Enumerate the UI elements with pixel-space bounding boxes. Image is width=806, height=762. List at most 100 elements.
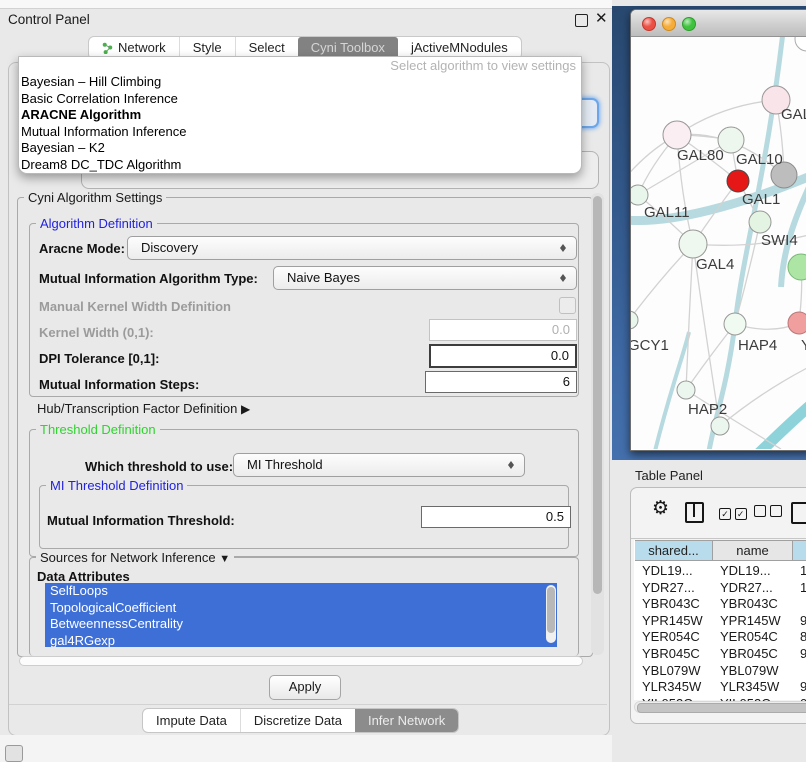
table-row[interactable]: YLR345WYLR345W9. xyxy=(634,679,806,696)
table-cell: YBL079W xyxy=(642,663,712,680)
node-GAL80[interactable] xyxy=(663,121,691,149)
node-red[interactable] xyxy=(727,170,749,192)
table-cell: 12 xyxy=(800,580,806,597)
node-green-right[interactable] xyxy=(788,254,806,280)
expand-right-icon: ▶ xyxy=(241,402,250,416)
algorithm-option-basic-correlation-inference[interactable]: Basic Correlation Inference xyxy=(19,91,581,108)
mi-type-value: Naive Bayes xyxy=(287,270,360,285)
settings-vertical-scrollbar[interactable] xyxy=(591,193,604,655)
aracne-mode-label: Aracne Mode: xyxy=(39,241,125,256)
algorithm-option-aracne-algorithm[interactable]: ARACNE Algorithm xyxy=(19,107,581,124)
table-row[interactable]: YPR145WYPR145W9. xyxy=(634,613,806,630)
network-tab-icon xyxy=(102,42,113,54)
minimize-traffic-light-icon[interactable] xyxy=(662,17,676,31)
node-SWI4[interactable] xyxy=(749,211,771,233)
node-GAL4[interactable] xyxy=(679,230,707,258)
deselect-all-icon[interactable] xyxy=(754,505,782,520)
mi-threshold-label: Mutual Information Threshold: xyxy=(47,513,235,528)
node-GAL11[interactable] xyxy=(631,185,648,205)
network-view-window[interactable]: GALGAL80GAL10GAL1GAL11SWI4GAL4GCY1HAP4YH… xyxy=(630,9,806,451)
divider xyxy=(9,704,607,705)
table-row[interactable]: YBR043CYBR043C xyxy=(634,596,806,613)
data-attributes-list[interactable]: SelfLoopsTopologicalCoefficientBetweenne… xyxy=(45,583,557,647)
document-icon[interactable] xyxy=(791,502,806,524)
column-header-shared[interactable]: shared... xyxy=(635,540,713,561)
network-edge[interactable] xyxy=(759,403,806,449)
table-cell: YBR045C xyxy=(720,646,792,663)
apply-button[interactable]: Apply xyxy=(269,675,341,700)
gear-icon[interactable]: ⚙ xyxy=(652,499,669,519)
kernel-width-field[interactable]: 0.0 xyxy=(429,319,577,341)
aracne-mode-select[interactable]: Discovery xyxy=(127,236,577,260)
which-threshold-select[interactable]: MI Threshold xyxy=(233,453,525,477)
close-panel-button[interactable]: ✕ xyxy=(595,9,608,27)
node-HAP2[interactable] xyxy=(677,381,695,399)
table-cell: YER054C xyxy=(720,629,792,646)
algorithm-popup: Select algorithm to view settings Bayesi… xyxy=(18,56,582,174)
bottom-tab-impute-data[interactable]: Impute Data xyxy=(143,709,240,732)
table-cell: 8. xyxy=(800,629,806,646)
zoom-traffic-light-icon[interactable] xyxy=(682,17,696,31)
network-edge[interactable] xyxy=(631,244,693,320)
mi-type-select[interactable]: Naive Bayes xyxy=(273,266,577,290)
network-canvas[interactable]: GALGAL80GAL10GAL1GAL11SWI4GAL4GCY1HAP4YH… xyxy=(631,37,806,449)
sources-title[interactable]: Sources for Network Inference ▼ xyxy=(36,551,234,566)
mi-steps-field[interactable]: 6 xyxy=(425,371,577,393)
bottom-tab-discretize-data-label: Discretize Data xyxy=(254,709,342,732)
mi-type-label: Mutual Information Algorithm Type: xyxy=(39,271,258,286)
node-GCY1[interactable] xyxy=(631,311,638,329)
attributes-scrollbar[interactable] xyxy=(546,585,556,643)
settings-horizontal-scrollbar[interactable] xyxy=(17,655,589,667)
node-HAP4[interactable] xyxy=(724,313,746,335)
algorithm-option-bayesian-hill-climbing[interactable]: Bayesian – Hill Climbing xyxy=(19,74,581,91)
attribute-item-topologicalcoefficient[interactable]: TopologicalCoefficient xyxy=(45,600,557,617)
bottom-strip xyxy=(0,735,612,762)
attribute-item-selfloops[interactable]: SelfLoops xyxy=(45,583,557,600)
panel-grip-icon[interactable] xyxy=(5,745,23,762)
table-row[interactable]: YBR045C YBR045C 9. xyxy=(634,646,806,663)
node-salmon[interactable] xyxy=(788,312,806,334)
table-horizontal-scrollbar[interactable] xyxy=(634,701,806,713)
node-bottom[interactable] xyxy=(711,417,729,435)
table-cell: YBR045C xyxy=(642,646,712,663)
network-edge[interactable] xyxy=(686,390,781,449)
bottom-tab-infer-network[interactable]: Infer Network xyxy=(355,709,458,732)
table-cell: 9. xyxy=(800,646,806,663)
mi-threshold-field[interactable]: 0.5 xyxy=(421,506,571,528)
mi-steps-label: Mutual Information Steps: xyxy=(39,377,199,392)
algorithm-definition-title: Algorithm Definition xyxy=(36,217,157,230)
table-cell: YPR145W xyxy=(720,613,792,630)
node-label-gal1: GAL1 xyxy=(742,191,780,208)
column-header-name[interactable]: name xyxy=(713,540,793,561)
network-edge[interactable] xyxy=(686,244,693,390)
table-row[interactable]: YBL079W YBL079W xyxy=(634,663,806,680)
manual-kernel-checkbox[interactable] xyxy=(559,297,576,314)
split-columns-icon[interactable] xyxy=(685,502,704,523)
column-header-col2[interactable] xyxy=(793,540,806,561)
node-top-right[interactable] xyxy=(795,37,806,51)
table-row[interactable]: YER054CYER054C8. xyxy=(634,629,806,646)
node-table[interactable]: shared...name YDL19...YDL19...13YDR27...Y… xyxy=(634,540,806,700)
algorithm-option-dream8-dc-tdc-algorithm[interactable]: Dream8 DC_TDC Algorithm xyxy=(19,157,581,174)
attribute-item-gal4rgexp[interactable]: gal4RGexp xyxy=(45,633,557,648)
checked-box-icon: ✓ xyxy=(719,508,731,520)
table-cell: YPR145W xyxy=(642,613,712,630)
mi-threshold-title: MI Threshold Definition xyxy=(46,479,187,492)
table-row[interactable]: YDR27...YDR27...12 xyxy=(634,580,806,597)
select-all-icon[interactable]: ✓ ✓ xyxy=(719,505,747,520)
attribute-item-betweennesscentrality[interactable]: BetweennessCentrality xyxy=(45,616,557,633)
hub-definition-toggle[interactable]: Hub/Transcription Factor Definition ▶ xyxy=(37,401,250,416)
close-traffic-light-icon[interactable] xyxy=(642,17,656,31)
unchecked-box-icon xyxy=(754,505,766,517)
network-window-titlebar[interactable] xyxy=(631,10,806,37)
algorithm-option-bayesian-k2[interactable]: Bayesian – K2 xyxy=(19,140,581,157)
table-cell: YDL19... xyxy=(642,563,712,580)
table-cell: YBL079W xyxy=(720,663,792,680)
dpi-tolerance-field[interactable]: 0.0 xyxy=(429,344,577,368)
float-panel-button[interactable] xyxy=(575,14,588,27)
table-row[interactable]: YDL19...YDL19...13 xyxy=(634,563,806,580)
algorithm-option-mutual-information-inference[interactable]: Mutual Information Inference xyxy=(19,124,581,141)
control-panel-title: Control Panel xyxy=(8,12,90,27)
table-panel-body: ⚙ ✓ ✓ shared...name YDL19...YDL19...13YDR… xyxy=(630,487,806,724)
bottom-tab-discretize-data[interactable]: Discretize Data xyxy=(240,709,355,732)
